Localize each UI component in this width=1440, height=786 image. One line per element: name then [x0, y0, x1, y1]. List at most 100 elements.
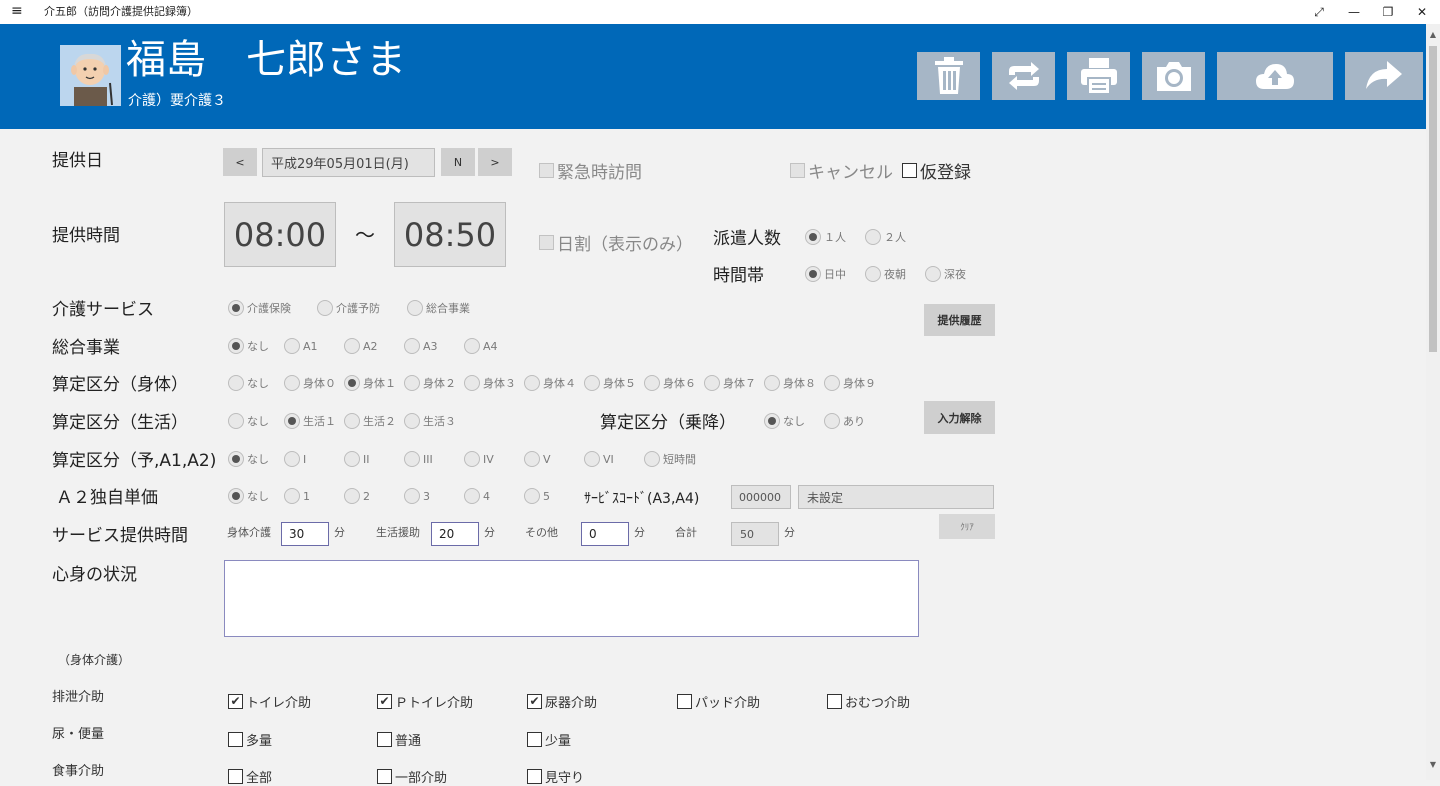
- cancel-checkbox[interactable]: キャンセル: [790, 158, 893, 183]
- expand-icon[interactable]: ⤢: [1309, 2, 1329, 22]
- seikatsu-label: 算定区分（生活）: [52, 413, 188, 433]
- next-date-button[interactable]: >: [478, 148, 512, 176]
- service-sogo-radio[interactable]: 総合事業: [407, 300, 470, 316]
- condition-textarea[interactable]: [224, 560, 919, 637]
- a2-4-radio[interactable]: 4: [464, 488, 490, 504]
- scroll-up-icon[interactable]: ▲: [1426, 30, 1440, 39]
- daily-checkbox[interactable]: 日割（表示のみ）: [539, 230, 693, 255]
- restore-icon[interactable]: ❐: [1378, 2, 1398, 22]
- a2-none-radio[interactable]: なし: [228, 488, 269, 504]
- shintai-7-radio[interactable]: 身体７: [704, 375, 756, 391]
- sogo-none-radio[interactable]: なし: [228, 338, 269, 354]
- life-support-minutes-input[interactable]: 20: [431, 522, 479, 546]
- seikatsu-2-radio[interactable]: 生活２: [344, 413, 396, 429]
- delete-button[interactable]: [917, 52, 980, 100]
- sogo-a2-radio[interactable]: A2: [344, 338, 378, 354]
- urine-small-checkbox[interactable]: 少量: [527, 730, 571, 749]
- cloud-upload-icon: [1256, 64, 1294, 89]
- excretion-diaper-checkbox[interactable]: おむつ介助: [827, 692, 910, 711]
- end-time-field[interactable]: 08:50: [394, 202, 506, 267]
- scroll-down-icon[interactable]: ▼: [1426, 760, 1440, 769]
- sogo-a1-radio[interactable]: A1: [284, 338, 318, 354]
- urine-normal-checkbox[interactable]: 普通: [377, 730, 421, 749]
- care-level: 介護）要介護３: [128, 93, 226, 109]
- a2-1-radio[interactable]: 1: [284, 488, 310, 504]
- service-code-clear-button[interactable]: ｸﾘｱ: [939, 514, 995, 539]
- seikatsu-none-radio[interactable]: なし: [228, 413, 269, 429]
- time-label: 提供時間: [52, 226, 120, 246]
- vertical-scrollbar[interactable]: ▲ ▼: [1426, 24, 1440, 780]
- shintai-8-radio[interactable]: 身体８: [764, 375, 816, 391]
- service-label: 介護サービス: [52, 300, 154, 320]
- history-button[interactable]: 提供履歴: [924, 304, 995, 336]
- timezone-night-radio[interactable]: 深夜: [925, 266, 966, 282]
- life-unit: 分: [484, 526, 495, 539]
- yobou-1-radio[interactable]: I: [284, 451, 306, 467]
- excretion-pad-checkbox[interactable]: パッド介助: [677, 692, 760, 711]
- sogo-a3-radio[interactable]: A3: [404, 338, 438, 354]
- excretion-toilet-checkbox[interactable]: ✔ トイレ介助: [228, 692, 311, 711]
- provisional-checkbox[interactable]: 仮登録: [902, 158, 971, 183]
- service-prevention-radio[interactable]: 介護予防: [317, 300, 380, 316]
- joukou-yes-radio[interactable]: あり: [824, 413, 865, 429]
- timezone-morning-radio[interactable]: 夜朝: [865, 266, 906, 282]
- sogo-a4-radio[interactable]: A4: [464, 338, 498, 354]
- emergency-checkbox[interactable]: 緊急時訪問: [539, 158, 642, 183]
- urine-large-checkbox[interactable]: 多量: [228, 730, 272, 749]
- shintai-9-radio[interactable]: 身体９: [824, 375, 876, 391]
- dispatch-2-radio[interactable]: ２人: [865, 229, 906, 245]
- yobou-4-radio[interactable]: IV: [464, 451, 494, 467]
- shintai-2-radio[interactable]: 身体２: [404, 375, 456, 391]
- refresh-button[interactable]: [992, 52, 1055, 100]
- excretion-urinal-checkbox[interactable]: ✔ 尿器介助: [527, 692, 597, 711]
- shintai-none-radio[interactable]: なし: [228, 375, 269, 391]
- forward-button[interactable]: [1345, 52, 1423, 100]
- timezone-day-radio[interactable]: 日中: [805, 266, 846, 282]
- start-time-field[interactable]: 08:00: [224, 202, 336, 267]
- service-code-field[interactable]: 000000: [731, 485, 791, 509]
- a2-3-radio[interactable]: 3: [404, 488, 430, 504]
- meal-full-checkbox[interactable]: 全部: [228, 767, 272, 786]
- camera-icon: [1156, 62, 1191, 91]
- a2-2-radio[interactable]: 2: [344, 488, 370, 504]
- yobou-3-radio[interactable]: III: [404, 451, 433, 467]
- excretion-label: 排泄介助: [52, 690, 105, 705]
- print-button[interactable]: [1067, 52, 1130, 100]
- close-icon[interactable]: ✕: [1412, 2, 1432, 22]
- yobou-6-radio[interactable]: VI: [584, 451, 614, 467]
- other-minutes-input[interactable]: 0: [581, 522, 629, 546]
- shintai-3-radio[interactable]: 身体３: [464, 375, 516, 391]
- service-insurance-radio[interactable]: 介護保険: [228, 300, 291, 316]
- yobou-short-radio[interactable]: 短時間: [644, 451, 696, 467]
- a2-5-radio[interactable]: 5: [524, 488, 550, 504]
- camera-button[interactable]: [1142, 52, 1205, 100]
- yobou-none-radio[interactable]: なし: [228, 451, 269, 467]
- yobou-2-radio[interactable]: II: [344, 451, 370, 467]
- shintai-4-radio[interactable]: 身体４: [524, 375, 576, 391]
- shintai-1-radio[interactable]: 身体１: [344, 375, 396, 391]
- hamburger-icon[interactable]: ≡: [11, 3, 23, 19]
- seikatsu-3-radio[interactable]: 生活３: [404, 413, 456, 429]
- yobou-5-radio[interactable]: V: [524, 451, 551, 467]
- shintai-0-radio[interactable]: 身体０: [284, 375, 336, 391]
- meal-watch-checkbox[interactable]: 見守り: [527, 767, 584, 786]
- service-name-field[interactable]: 未設定: [798, 485, 994, 509]
- shintai-6-radio[interactable]: 身体６: [644, 375, 696, 391]
- scroll-thumb[interactable]: [1429, 46, 1437, 352]
- shintai-5-radio[interactable]: 身体５: [584, 375, 636, 391]
- date-field[interactable]: 平成29年05月01日(月): [262, 148, 435, 177]
- excretion-p-toilet-checkbox[interactable]: ✔ Ｐトイレ介助: [377, 692, 473, 711]
- minimize-icon[interactable]: —: [1344, 2, 1364, 22]
- clear-input-button[interactable]: 入力解除: [924, 401, 995, 434]
- seikatsu-1-radio[interactable]: 生活１: [284, 413, 336, 429]
- dispatch-1-radio[interactable]: １人: [805, 229, 846, 245]
- prev-date-button[interactable]: <: [223, 148, 257, 176]
- upload-button[interactable]: [1217, 52, 1333, 100]
- body-care-minutes-input[interactable]: 30: [281, 522, 329, 546]
- printer-icon: [1080, 58, 1117, 94]
- service-code-label: ｻｰﾋﾞｽｺｰﾄﾞ(A3,A4): [584, 491, 700, 507]
- meal-partial-checkbox[interactable]: 一部介助: [377, 767, 447, 786]
- condition-label: 心身の状況: [52, 565, 137, 585]
- now-date-button[interactable]: N: [441, 148, 475, 176]
- joukou-none-radio[interactable]: なし: [764, 413, 805, 429]
